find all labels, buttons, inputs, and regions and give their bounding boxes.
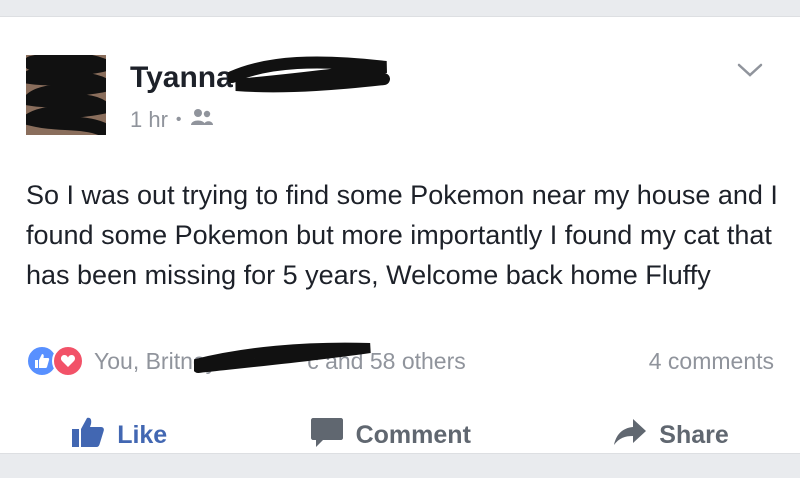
author-name[interactable]: Tyanna bbox=[130, 61, 233, 95]
post-actions: Like Comment Share bbox=[0, 409, 800, 461]
post-meta: 1 hr • bbox=[130, 107, 214, 133]
love-reaction-icon[interactable] bbox=[52, 345, 84, 377]
comment-button[interactable]: Comment bbox=[310, 416, 471, 455]
share-button-label: Share bbox=[659, 420, 729, 449]
reactions-bar: You, Britney c and 58 others 4 comments bbox=[26, 342, 774, 377]
comment-icon bbox=[310, 416, 344, 455]
meta-separator: • bbox=[175, 111, 182, 128]
friends-icon[interactable] bbox=[190, 107, 214, 133]
reaction-names[interactable]: You, Britney c and 58 others bbox=[94, 342, 466, 375]
comments-count[interactable]: 4 comments bbox=[649, 348, 774, 375]
post-time[interactable]: 1 hr bbox=[130, 107, 168, 133]
name-redaction-scribble bbox=[228, 56, 390, 93]
comment-button-label: Comment bbox=[355, 420, 471, 449]
author-avatar[interactable] bbox=[26, 55, 106, 135]
thumbs-up-icon bbox=[71, 416, 105, 455]
redaction-scribble bbox=[26, 55, 106, 135]
like-button-label: Like bbox=[117, 420, 168, 449]
reactions-summary[interactable]: You, Britney c and 58 others bbox=[26, 342, 466, 377]
names-redaction-scribble bbox=[194, 342, 371, 373]
chevron-down-icon[interactable] bbox=[736, 61, 764, 84]
share-arrow-icon bbox=[613, 417, 647, 454]
post-text: So I was out trying to find some Pokemon… bbox=[26, 180, 778, 290]
post-card: Tyanna 1 hr • So I was out trying to fin… bbox=[0, 16, 800, 454]
like-button[interactable]: Like bbox=[71, 416, 167, 455]
share-button[interactable]: Share bbox=[613, 417, 729, 454]
